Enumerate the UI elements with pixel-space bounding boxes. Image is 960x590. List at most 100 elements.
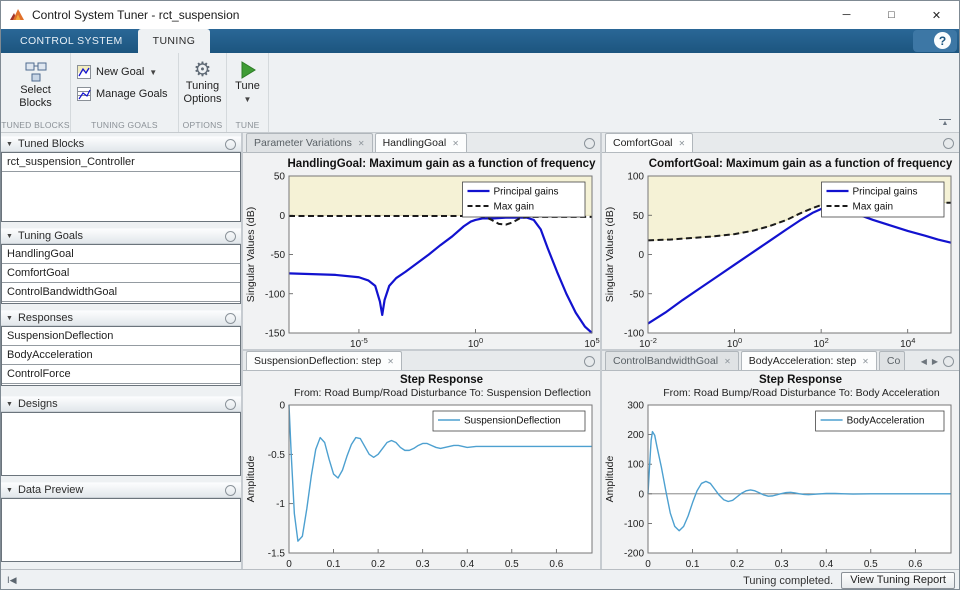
- tab-suspensiondeflection-step[interactable]: SuspensionDeflection: step ✕: [246, 351, 402, 370]
- select-blocks-button[interactable]: Select Blocks: [1, 53, 70, 117]
- main-area: ▼ Tuned Blocks rct_suspension_Controller…: [1, 133, 959, 569]
- document-area: Parameter Variations ✕ HandlingGoal ✕ Ha…: [241, 133, 959, 569]
- list-item-bodyacceleration[interactable]: BodyAcceleration: [2, 346, 240, 365]
- tabbar: ControlBandwidthGoal ✕ BodyAcceleration:…: [602, 351, 959, 371]
- statusbar: Ⅰ◀ Tuning completed. View Tuning Report: [1, 569, 959, 589]
- list-item-controlbandwidthgoal[interactable]: ControlBandwidthGoal: [2, 283, 240, 302]
- close-icon[interactable]: ✕: [724, 357, 731, 366]
- tab-label: Co: [886, 355, 901, 367]
- status-message: Tuning completed.: [743, 574, 834, 587]
- panel-actions-icon[interactable]: [225, 312, 236, 324]
- svg-text:Principal gains: Principal gains: [853, 187, 918, 198]
- chevron-down-icon: ▼: [149, 67, 158, 77]
- tab-bodyacceleration-step[interactable]: BodyAcceleration: step ✕: [740, 351, 877, 370]
- section-label-tune: TUNE: [235, 120, 260, 130]
- tab-comfortgoal[interactable]: ComfortGoal ✕: [605, 133, 694, 152]
- panel-actions-icon[interactable]: [225, 398, 236, 410]
- svg-text:0.1: 0.1: [327, 559, 341, 569]
- collapse-ribbon-icon[interactable]: ▲: [939, 119, 951, 128]
- panel-actions-icon[interactable]: [943, 138, 954, 149]
- view-tuning-report-button[interactable]: View Tuning Report: [841, 572, 955, 589]
- suspension-step-plot[interactable]: -1.5 -1 -0.5 0 0 0.1 0.2 0.3 0.4 0.5 0.6 Suspension…: [243, 400, 600, 569]
- svg-text:BodyAcceleration: BodyAcceleration: [847, 416, 925, 427]
- data-preview-area: [1, 498, 241, 562]
- panel-header-designs[interactable]: ▼ Designs: [1, 396, 241, 412]
- chevron-down-icon: ▼: [243, 95, 252, 104]
- plot-subtitle: From: Road Bump/Road Disturbance To: Sus…: [294, 387, 591, 399]
- list-item-comfortgoal[interactable]: ComfortGoal: [2, 264, 240, 283]
- tab-clipped[interactable]: Co: [878, 351, 905, 370]
- panel-header-responses[interactable]: ▼ Responses: [1, 310, 241, 326]
- svg-text:0: 0: [279, 211, 285, 222]
- panel-header-tuned-blocks[interactable]: ▼ Tuned Blocks: [1, 136, 241, 152]
- chevron-right-icon[interactable]: ▶: [932, 357, 938, 367]
- tab-controlbandwidthgoal[interactable]: ControlBandwidthGoal ✕: [605, 351, 739, 370]
- body-acceleration-step-plot[interactable]: -200 -100 0 100 200 300 0 0.1 0.2 0.3 0.4 0.5 0.6 Bod…: [602, 400, 959, 569]
- close-icon[interactable]: ✕: [387, 357, 394, 366]
- svg-text:0.2: 0.2: [371, 559, 385, 569]
- panel-actions-icon[interactable]: [943, 356, 954, 367]
- panel-header-tuning-goals[interactable]: ▼ Tuning Goals: [1, 228, 241, 244]
- comfort-goal-plot[interactable]: -100 -50 0 50 100 10-2 100 102 104 Principal gain…: [602, 171, 959, 349]
- svg-text:-1: -1: [276, 499, 285, 510]
- svg-text:50: 50: [274, 172, 286, 183]
- minimize-button[interactable]: ─: [824, 1, 869, 29]
- quadrant-body-acceleration-step: ControlBandwidthGoal ✕ BodyAcceleration:…: [602, 351, 959, 569]
- list-item-controlforce[interactable]: ControlForce: [2, 365, 240, 384]
- svg-text:-100: -100: [624, 519, 644, 530]
- panel-actions-icon[interactable]: [584, 138, 595, 149]
- tab-tuning[interactable]: TUNING: [137, 29, 211, 53]
- close-icon[interactable]: ✕: [679, 139, 686, 148]
- close-icon[interactable]: ✕: [358, 139, 365, 148]
- panel-actions-icon[interactable]: [225, 138, 236, 150]
- svg-text:104: 104: [900, 336, 915, 349]
- panel-actions-icon[interactable]: [225, 230, 236, 242]
- maximize-button[interactable]: □: [869, 1, 914, 29]
- body-acceleration-step-figure: Step Response From: Road Bump/Road Distu…: [602, 371, 959, 569]
- list-item-suspensiondeflection[interactable]: SuspensionDeflection: [2, 327, 240, 346]
- close-button[interactable]: ✕: [914, 1, 959, 29]
- tab-handlinggoal[interactable]: HandlingGoal ✕: [374, 133, 467, 152]
- panel-title: Designs: [17, 398, 58, 410]
- svg-text:0.3: 0.3: [416, 559, 430, 569]
- plot-title: Step Response: [399, 374, 484, 386]
- blocks-icon: [25, 62, 46, 82]
- chevron-left-icon[interactable]: ◀: [921, 357, 927, 367]
- svg-text:0.6: 0.6: [549, 559, 563, 569]
- svg-text:0.6: 0.6: [908, 559, 922, 569]
- tuning-options-button[interactable]: ⚙ Tuning Options: [179, 53, 226, 117]
- plot-subtitle: From: Road Bump/Road Disturbance To: Bod…: [663, 387, 940, 399]
- collapse-arrow-icon: ▼: [6, 140, 13, 148]
- close-icon[interactable]: ✕: [452, 139, 459, 148]
- list-item-controller[interactable]: rct_suspension_Controller: [2, 153, 240, 172]
- svg-text:SuspensionDeflection: SuspensionDeflection: [464, 416, 561, 427]
- tab-parameter-variations[interactable]: Parameter Variations ✕: [246, 133, 373, 152]
- collapse-sidebar-icon[interactable]: Ⅰ◀: [7, 575, 17, 586]
- help-button[interactable]: ?: [934, 32, 951, 49]
- svg-text:300: 300: [627, 401, 644, 412]
- list-item-handlinggoal[interactable]: HandlingGoal: [2, 245, 240, 264]
- new-goal-button[interactable]: New Goal ▼: [77, 65, 172, 79]
- tab-control-system[interactable]: CONTROL SYSTEM: [5, 29, 138, 53]
- panel-actions-icon[interactable]: [584, 356, 595, 367]
- handling-goal-plot[interactable]: -150 -100 -50 0 50 10-5 100 105 Principal gains M…: [243, 171, 600, 350]
- plot-title: HandlingGoal: Maximum gain as a function…: [287, 158, 596, 170]
- close-icon[interactable]: ✕: [862, 357, 869, 366]
- svg-text:0: 0: [286, 559, 292, 569]
- manage-goals-button[interactable]: Manage Goals: [77, 87, 172, 101]
- panel-title: Data Preview: [17, 484, 84, 496]
- panel-actions-icon[interactable]: [225, 484, 236, 496]
- tune-button[interactable]: Tune ▼: [227, 53, 268, 117]
- goal-icon: [77, 65, 91, 79]
- window-controls: ─ □ ✕: [824, 1, 959, 29]
- svg-text:-0.5: -0.5: [268, 450, 286, 461]
- svg-text:10-5: 10-5: [350, 336, 368, 349]
- play-icon: [241, 61, 256, 79]
- panel-title: Tuned Blocks: [17, 138, 85, 150]
- svg-text:Amplitude: Amplitude: [604, 456, 616, 503]
- collapse-arrow-icon: ▼: [6, 314, 13, 322]
- section-label-tuned-blocks: TUNED BLOCKS: [1, 120, 70, 130]
- panel-header-data-preview[interactable]: ▼ Data Preview: [1, 482, 241, 498]
- section-tune: Tune ▼ TUNE: [227, 53, 269, 132]
- svg-text:100: 100: [627, 460, 644, 471]
